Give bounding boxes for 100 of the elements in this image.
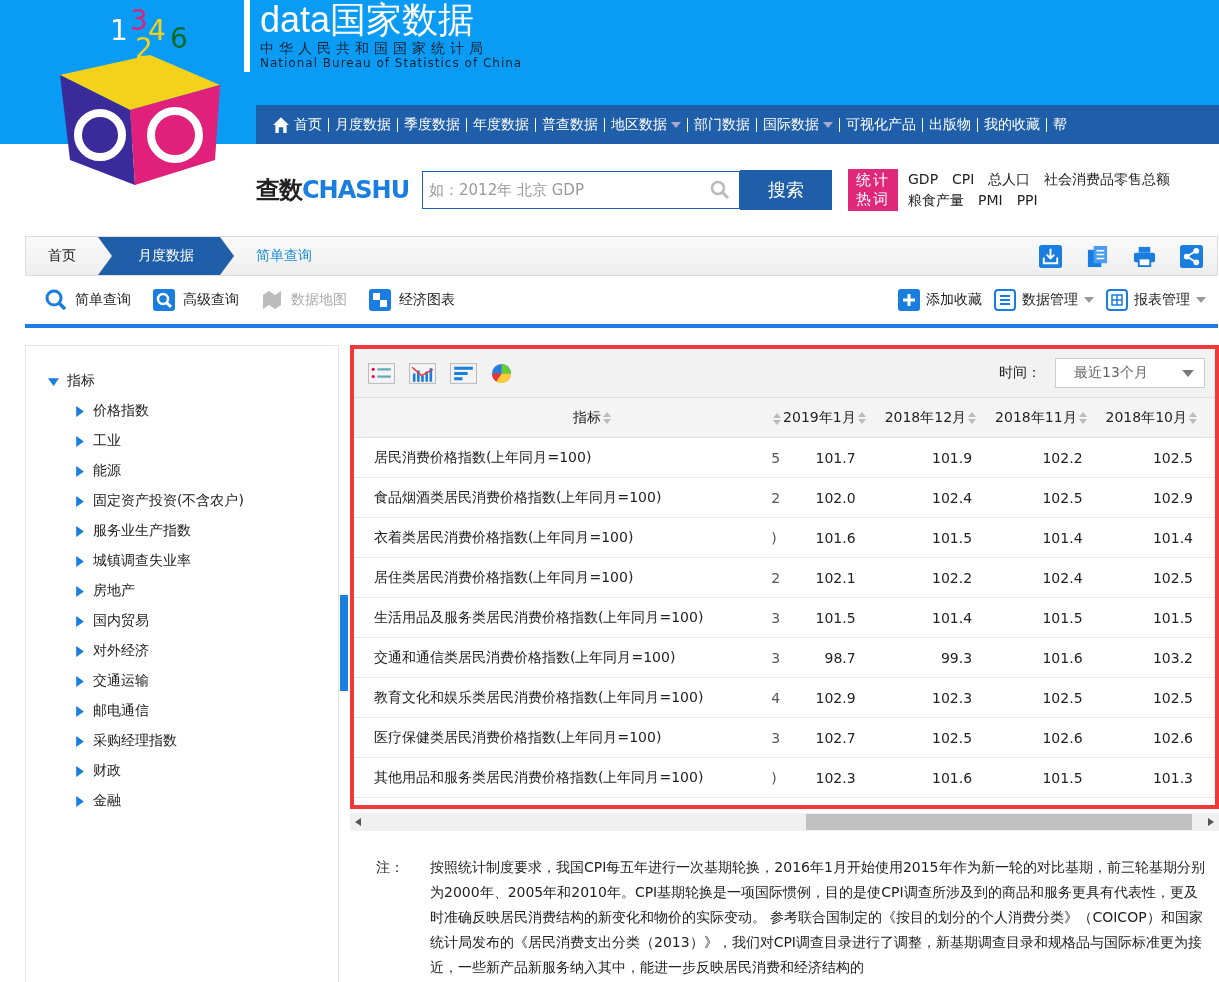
table-cell: 102.5 bbox=[883, 717, 995, 758]
breadcrumb-link[interactable]: 首页 bbox=[26, 237, 98, 275]
bar-chart-icon[interactable] bbox=[409, 362, 436, 384]
tree-item[interactable]: 价格指数 bbox=[26, 396, 338, 426]
nav-link[interactable]: 年度数据 bbox=[467, 115, 535, 134]
plus-icon bbox=[898, 289, 920, 311]
tree-item[interactable]: 城镇调查失业率 bbox=[26, 546, 338, 576]
action-link[interactable]: 数据管理 bbox=[994, 289, 1094, 311]
nav-link[interactable]: 可视化产品 bbox=[840, 115, 922, 134]
hot-word-link[interactable]: CPI bbox=[952, 169, 975, 190]
sort-icon bbox=[1078, 411, 1087, 424]
horizontal-bar-icon[interactable] bbox=[450, 362, 477, 384]
tree-item[interactable]: 交通运输 bbox=[26, 666, 338, 696]
table-cell: 食品烟酒类居民消费价格指数(上年同月=100) bbox=[354, 477, 772, 518]
tree-item[interactable]: 国内贸易 bbox=[26, 606, 338, 636]
list-view-icon[interactable] bbox=[368, 362, 395, 384]
hot-word-link[interactable]: 社会消费品零售总额 bbox=[1044, 169, 1171, 190]
search-button[interactable]: 搜索 bbox=[740, 170, 832, 210]
table-cell: 102.5 bbox=[1104, 437, 1215, 478]
nav-link[interactable]: 国际数据 bbox=[757, 115, 839, 134]
table-cell: 3 bbox=[771, 597, 783, 638]
table-cell: 101.5 bbox=[782, 597, 884, 638]
list-icon bbox=[994, 289, 1016, 311]
table-cell: 居住类居民消费价格指数(上年同月=100) bbox=[354, 557, 772, 598]
table-cell: 102.3 bbox=[782, 757, 884, 798]
table-cell: ) bbox=[771, 757, 783, 798]
copy-icon[interactable] bbox=[1086, 244, 1109, 268]
tree-item[interactable]: 采购经理指数 bbox=[26, 726, 338, 756]
column-header[interactable]: 2018年11月 bbox=[994, 398, 1105, 438]
time-label: 时间： bbox=[999, 364, 1041, 382]
query-tab[interactable]: 经济图表 bbox=[369, 289, 455, 311]
column-header[interactable]: 2018年12月 bbox=[883, 398, 995, 438]
column-header[interactable]: 2018年10月 bbox=[1104, 398, 1215, 438]
search-icon bbox=[710, 180, 730, 200]
table-cell: 102.2 bbox=[994, 437, 1105, 478]
breadcrumb-link[interactable]: 简单查询 bbox=[234, 237, 334, 275]
breadcrumb-link[interactable]: 月度数据 bbox=[98, 237, 234, 275]
hot-word-link[interactable]: PMI bbox=[978, 190, 1003, 211]
tree-item[interactable]: 能源 bbox=[26, 456, 338, 486]
hot-word-link[interactable]: GDP bbox=[908, 169, 939, 190]
table-cell: 3 bbox=[771, 637, 783, 678]
table-cell: 102.0 bbox=[782, 477, 884, 518]
query-tab[interactable]: 简单查询 bbox=[45, 289, 131, 311]
nav-link[interactable]: 月度数据 bbox=[329, 115, 397, 134]
tree-item[interactable]: 指标 bbox=[26, 366, 338, 396]
share-icon[interactable] bbox=[1180, 244, 1203, 268]
note-text: 按照统计制度要求，我国CPI每五年进行一次基期轮换，2016年1月开始使用2015年作为新一轮的对比基期，前三轮基期分别为2000年、2005年和2010年。CPI基期轮换是一项国际惯例，目的是使CPI调查所涉及到的商品和服务更具有代表性，更及时准确反映居民消费结构的新变化和物价的实际变动。 参考联合国制定的《按目的划分的个人消费分类》（COICOP）和国家统计局发布的《居民消费支出分类（2013）》，我们对CPI调查目录进行了调整，新基期调查目录和规格品与国际标准更为接近，一些新产品新服务纳入其中，能进一步反映居民消费和经济结构的 bbox=[430, 858, 1206, 977]
table-cell: 101.4 bbox=[994, 517, 1105, 558]
tree-item[interactable]: 邮电通信 bbox=[26, 696, 338, 726]
column-header[interactable]: 2019年1月 bbox=[782, 398, 884, 438]
table-cell: 101.7 bbox=[782, 437, 884, 478]
table-cell: ) bbox=[771, 517, 783, 558]
table-cell: 衣着类居民消费价格指数(上年同月=100) bbox=[354, 517, 772, 558]
scroll-left-icon[interactable] bbox=[355, 818, 361, 826]
note-label: 注： bbox=[376, 858, 404, 877]
splitter-handle[interactable] bbox=[340, 595, 348, 691]
tree-item[interactable]: 固定资产投资(不含农户) bbox=[26, 486, 338, 516]
horizontal-scrollbar[interactable] bbox=[350, 813, 1219, 831]
chart-icon bbox=[369, 289, 391, 311]
nav-link[interactable]: 部门数据 bbox=[688, 115, 756, 134]
query-tab[interactable]: 高级查询 bbox=[153, 289, 239, 311]
download-icon[interactable] bbox=[1039, 244, 1062, 268]
table-cell: 102.6 bbox=[994, 717, 1105, 758]
scroll-right-icon[interactable] bbox=[1208, 818, 1214, 826]
table-cell: 101.6 bbox=[994, 637, 1105, 678]
home-icon bbox=[272, 115, 290, 134]
column-header[interactable]: 指标 bbox=[354, 398, 772, 438]
pie-chart-icon[interactable] bbox=[491, 362, 512, 384]
caret-icon bbox=[1182, 369, 1194, 377]
tree-item[interactable]: 房地产 bbox=[26, 576, 338, 606]
tree-item[interactable]: 服务业生产指数 bbox=[26, 516, 338, 546]
search-field[interactable]: 如：2012年 北京 GDP bbox=[422, 171, 740, 209]
search-icon bbox=[45, 289, 67, 311]
table-cell: 101.5 bbox=[883, 517, 995, 558]
nav-link[interactable]: 我的收藏 bbox=[978, 115, 1046, 134]
tree-item[interactable]: 财政 bbox=[26, 756, 338, 786]
time-dropdown[interactable]: 最近13个月 bbox=[1055, 358, 1205, 388]
table-cell: 其他用品和服务类居民消费价格指数(上年同月=100) bbox=[354, 757, 772, 798]
table-cell: 102.5 bbox=[1104, 557, 1215, 598]
nav-link[interactable]: 普查数据 bbox=[536, 115, 604, 134]
tree-item[interactable]: 对外经济 bbox=[26, 636, 338, 666]
nav-link[interactable]: 地区数据 bbox=[605, 115, 687, 134]
nav-link[interactable]: 帮 bbox=[1047, 115, 1073, 134]
hot-word-link[interactable]: 总人口 bbox=[988, 169, 1031, 190]
nav-link[interactable]: 出版物 bbox=[923, 115, 977, 134]
table-cell: 102.7 bbox=[782, 717, 884, 758]
tree-item[interactable]: 工业 bbox=[26, 426, 338, 456]
table-cell: 交通和通信类居民消费价格指数(上年同月=100) bbox=[354, 637, 772, 678]
nav-link[interactable]: 首页 bbox=[266, 115, 328, 134]
table-cell: 102.5 bbox=[994, 477, 1105, 518]
hot-word-link[interactable]: 粮食产量 bbox=[908, 190, 964, 211]
action-link[interactable]: 报表管理 bbox=[1106, 289, 1206, 311]
tree-item[interactable]: 金融 bbox=[26, 786, 338, 816]
table-cell: 居民消费价格指数(上年同月=100) bbox=[354, 437, 772, 478]
table-cell: 教育文化和娱乐类居民消费价格指数(上年同月=100) bbox=[354, 677, 772, 718]
hot-word-link[interactable]: PPI bbox=[1016, 190, 1038, 211]
hot-words-badge: 统计热词 bbox=[848, 169, 898, 211]
print-icon[interactable] bbox=[1133, 244, 1156, 268]
action-link[interactable]: 添加收藏 bbox=[898, 289, 982, 311]
nav-link[interactable]: 季度数据 bbox=[398, 115, 466, 134]
